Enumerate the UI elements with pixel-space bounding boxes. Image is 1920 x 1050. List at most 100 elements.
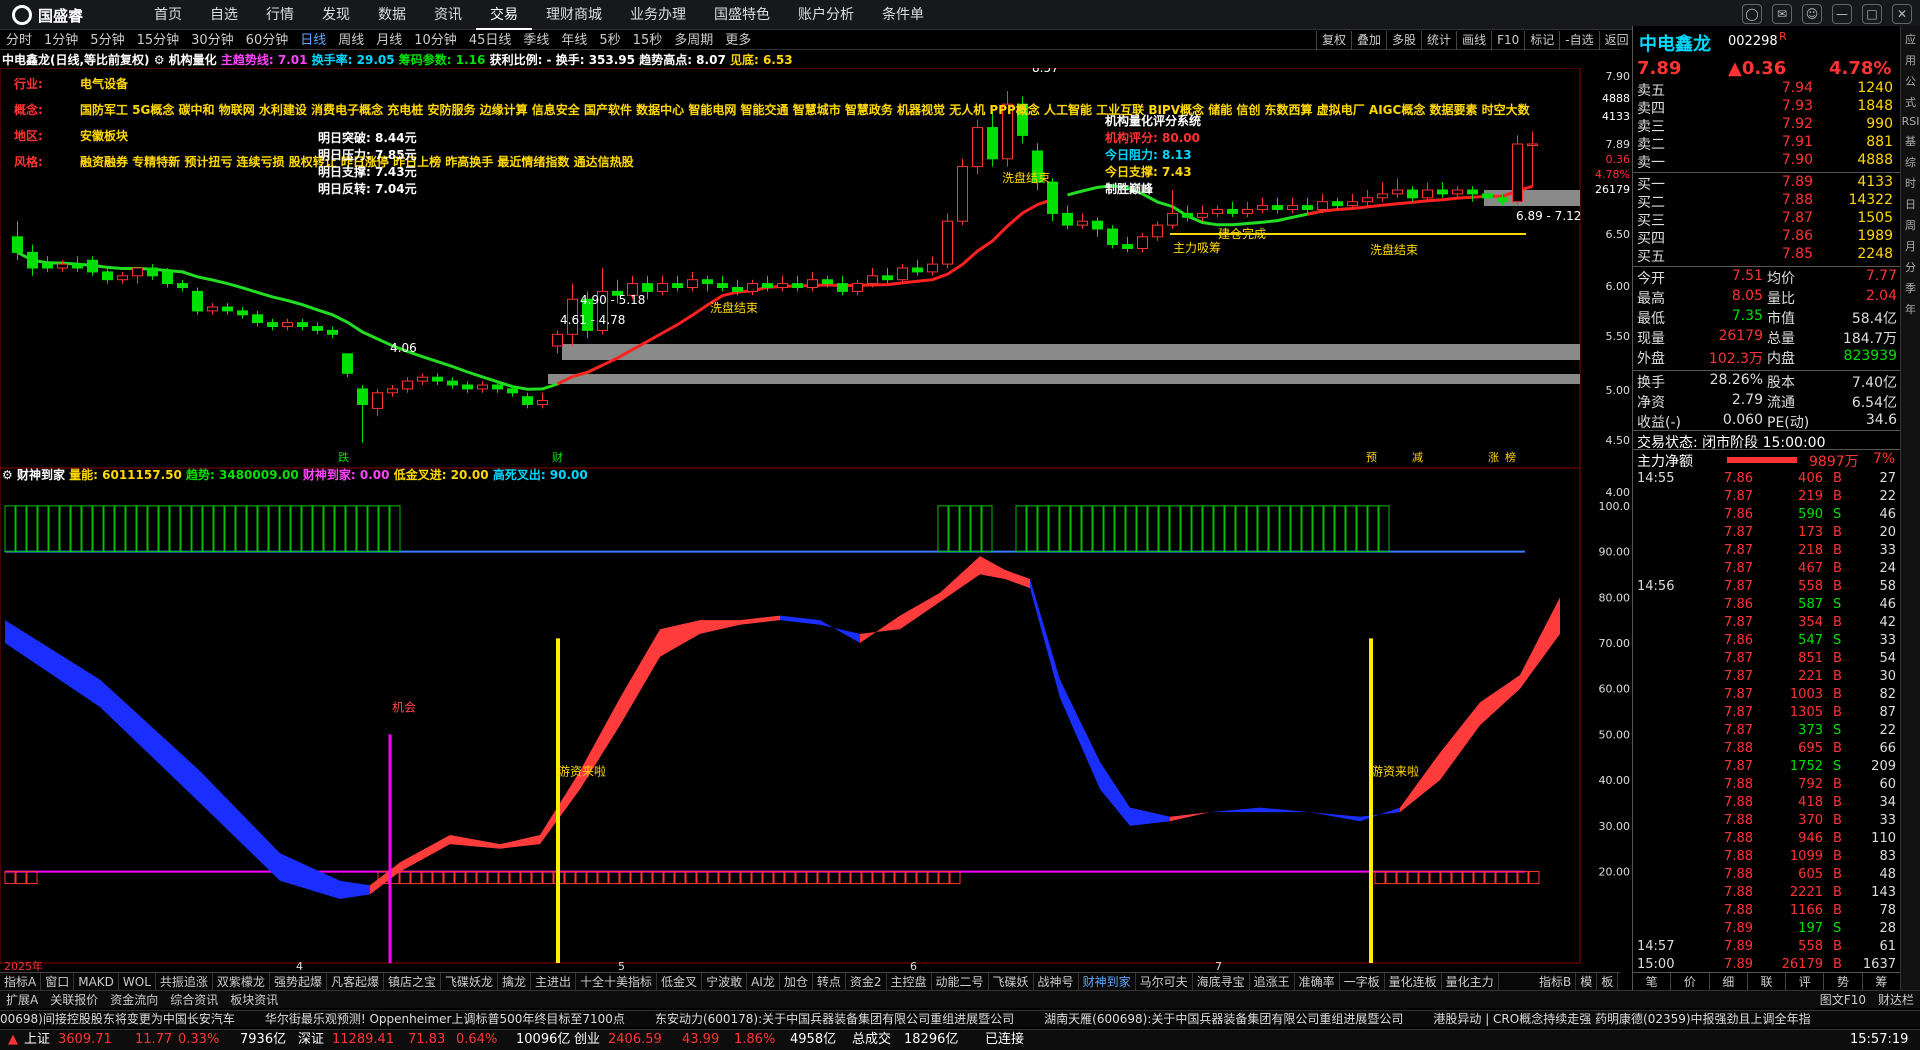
- candle-body[interactable]: [1482, 193, 1493, 199]
- indicator-tab[interactable]: 指标A: [0, 973, 42, 990]
- side-tool-button[interactable]: 应: [1901, 31, 1920, 47]
- chart-tool-button[interactable]: F10: [1491, 31, 1524, 50]
- candle-body[interactable]: [1227, 209, 1238, 214]
- candle-body[interactable]: [27, 251, 38, 269]
- sub-tab[interactable]: 图文F10: [1814, 991, 1872, 1008]
- side-tool-button[interactable]: 年: [1901, 301, 1920, 317]
- candle-body[interactable]: [237, 310, 248, 316]
- candle-body[interactable]: [132, 267, 143, 277]
- side-tool-button[interactable]: 日: [1901, 196, 1920, 212]
- chart-tool-button[interactable]: 叠加: [1351, 31, 1386, 50]
- sub-tab[interactable]: 财达栏: [1872, 991, 1920, 1008]
- candle-body[interactable]: [657, 283, 668, 292]
- indicator-tab[interactable]: 强势起爆: [270, 973, 327, 990]
- quote-tab[interactable]: 细: [1710, 973, 1748, 990]
- candle-body[interactable]: [1047, 181, 1058, 214]
- period-tab[interactable]: 年线: [555, 31, 593, 49]
- period-tab[interactable]: 分时: [0, 31, 38, 49]
- event-mark[interactable]: 财: [552, 450, 563, 464]
- candle-body[interactable]: [1287, 205, 1298, 211]
- chart-tool-button[interactable]: 返回: [1598, 31, 1634, 50]
- candle-body[interactable]: [87, 259, 98, 273]
- side-tool-button[interactable]: 月: [1901, 238, 1920, 254]
- period-tab[interactable]: 15秒: [627, 31, 669, 49]
- menu-item[interactable]: 交易: [476, 0, 532, 30]
- candle-body[interactable]: [867, 275, 878, 285]
- indicator-tab[interactable]: AI龙: [747, 973, 780, 990]
- candle-body[interactable]: [42, 263, 53, 269]
- settings-icon[interactable]: ⚙: [154, 53, 165, 67]
- main-chart[interactable]: 7.90 4888 4133 7.89 0.36 4.78% 26179 6.50 6.00 5.…: [0, 68, 1632, 972]
- candle-body[interactable]: [492, 384, 503, 390]
- event-mark[interactable]: 预: [1366, 451, 1377, 464]
- event-mark[interactable]: 榜: [1505, 450, 1516, 464]
- close-icon[interactable]: ✕: [1892, 4, 1912, 24]
- candle-body[interactable]: [1122, 244, 1133, 250]
- indicator-tab[interactable]: 指标B: [1535, 973, 1577, 991]
- candle-body[interactable]: [942, 220, 953, 265]
- candle-body[interactable]: [57, 263, 68, 269]
- side-tool-button[interactable]: 综: [1901, 154, 1920, 170]
- candle-body[interactable]: [447, 380, 458, 386]
- candle-body[interactable]: [267, 322, 278, 328]
- candle-body[interactable]: [732, 287, 743, 292]
- candle-body[interactable]: [1152, 224, 1163, 238]
- menu-item[interactable]: 业务办理: [616, 0, 700, 30]
- candle-body[interactable]: [117, 275, 128, 281]
- candle-body[interactable]: [1272, 205, 1283, 211]
- indicator-tab[interactable]: WOL: [119, 973, 156, 990]
- indicator-tab[interactable]: 模: [1576, 973, 1598, 991]
- period-tab[interactable]: 月线: [370, 31, 408, 49]
- indicator-tab[interactable]: 准确率: [1295, 973, 1340, 990]
- settings-icon[interactable]: ⚙: [2, 468, 13, 482]
- lower-indicator-title[interactable]: 财神到家: [17, 468, 65, 482]
- candle-body[interactable]: [687, 279, 698, 288]
- sub-tab[interactable]: 扩展A: [0, 991, 44, 1008]
- candle-body[interactable]: [162, 271, 173, 285]
- indicator-tab[interactable]: 追涨王: [1250, 973, 1295, 990]
- search-icon[interactable]: ◯: [1742, 4, 1762, 24]
- period-tab[interactable]: 季线: [517, 31, 555, 49]
- indicator-tab[interactable]: 镇店之宝: [384, 973, 441, 990]
- candle-body[interactable]: [1437, 189, 1448, 195]
- indicator-tab[interactable]: 海底寻宝: [1193, 973, 1250, 990]
- side-tool-button[interactable]: 基: [1901, 133, 1920, 149]
- indicator-tab[interactable]: 量化主力: [1442, 973, 1499, 990]
- candle-body[interactable]: [927, 263, 938, 273]
- candle-body[interactable]: [252, 314, 263, 324]
- candle-body[interactable]: [717, 283, 728, 289]
- candle-body[interactable]: [1182, 212, 1193, 218]
- side-tool-button[interactable]: 分: [1901, 259, 1920, 275]
- candle-body[interactable]: [1392, 189, 1403, 195]
- period-tab[interactable]: 15分钟: [131, 31, 186, 49]
- period-tab[interactable]: 1分钟: [38, 31, 84, 49]
- news-item[interactable]: 华尔街最乐观预测! Oppenheimer上调标普500年终目标至7100点: [265, 1012, 625, 1026]
- indicator-tab[interactable]: 主控盘: [887, 973, 932, 990]
- sub-tab[interactable]: 资金流向: [104, 991, 164, 1008]
- candle-body[interactable]: [477, 384, 488, 390]
- maximize-icon[interactable]: □: [1862, 4, 1882, 24]
- candle-body[interactable]: [1512, 143, 1523, 203]
- message-icon[interactable]: ✉: [1772, 4, 1792, 24]
- candle-body[interactable]: [1257, 205, 1268, 211]
- chart-tool-button[interactable]: 统计: [1421, 31, 1456, 50]
- indicator-tab[interactable]: 十全十美指标: [576, 973, 658, 990]
- candle-body[interactable]: [342, 353, 353, 374]
- minimize-icon[interactable]: —: [1832, 4, 1852, 24]
- candle-body[interactable]: [792, 283, 803, 289]
- candle-body[interactable]: [282, 322, 293, 328]
- candle-body[interactable]: [402, 380, 413, 390]
- period-tab[interactable]: 10分钟: [408, 31, 463, 49]
- news-item[interactable]: 东安动力(600178):关于中国兵器装备集团有限公司重组进展暨公司: [655, 1012, 1014, 1026]
- candle-body[interactable]: [522, 396, 533, 406]
- candle-body[interactable]: [417, 376, 428, 382]
- cy-label[interactable]: 创业: [574, 1030, 600, 1050]
- candle-body[interactable]: [807, 279, 818, 288]
- candle-body[interactable]: [507, 388, 518, 394]
- quote-tab[interactable]: 评: [1786, 973, 1825, 990]
- indicator-tab[interactable]: 凡客起爆: [327, 973, 384, 990]
- indicator-tab[interactable]: 转点: [813, 973, 846, 990]
- chart-tool-button[interactable]: 标记: [1524, 31, 1559, 50]
- news-item[interactable]: 湖南天雁(600698):关于中国兵器装备集团有限公司重组进展暨公司: [1044, 1012, 1403, 1026]
- indicator-tab[interactable]: 板: [1597, 973, 1619, 991]
